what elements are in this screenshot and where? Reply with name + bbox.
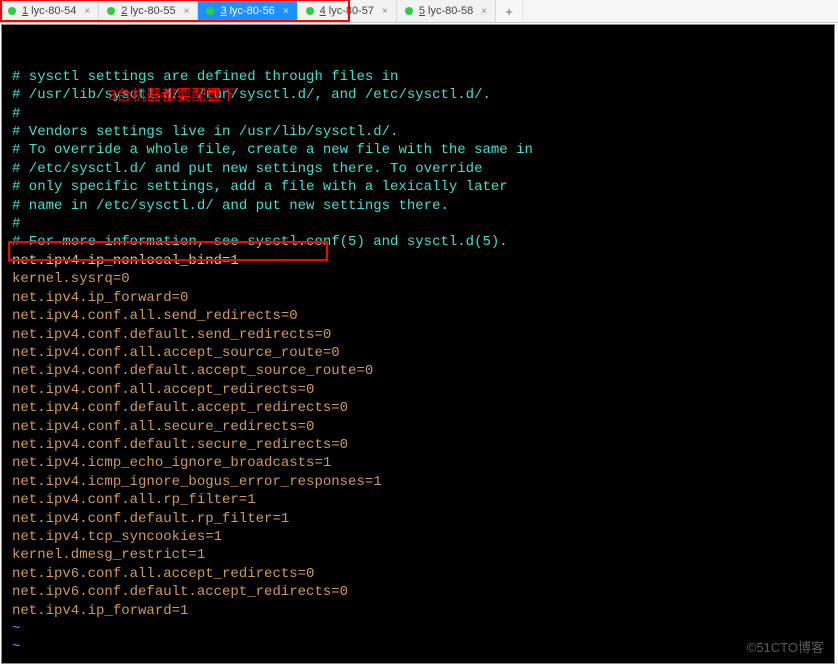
terminal-line: net.ipv6.conf.all.accept_redirects=0	[2, 565, 834, 583]
terminal-line: net.ipv4.conf.default.send_redirects=0	[2, 326, 834, 344]
close-icon[interactable]: ×	[374, 6, 388, 17]
tab-lyc-80-54[interactable]: 1 lyc-80-54 ×	[0, 0, 99, 22]
close-icon[interactable]: ×	[275, 6, 289, 17]
terminal-line: net.ipv4.ip_nonlocal_bind=1	[2, 252, 834, 270]
status-dot-icon	[206, 7, 214, 15]
terminal-line: net.ipv4.conf.all.send_redirects=0	[2, 307, 834, 325]
terminal-line: # Vendors settings live in /usr/lib/sysc…	[2, 123, 834, 141]
close-icon[interactable]: ×	[473, 6, 487, 17]
tab-label: lyc-80-58	[428, 5, 473, 17]
terminal-line: net.ipv4.conf.default.rp_filter=1	[2, 510, 834, 528]
tab-lyc-80-56[interactable]: 3 lyc-80-56 ×	[198, 0, 297, 22]
terminal-line: net.ipv4.conf.all.accept_redirects=0	[2, 381, 834, 399]
terminal-line: net.ipv4.conf.default.accept_redirects=0	[2, 399, 834, 417]
terminal-line: kernel.dmesg_restrict=1	[2, 546, 834, 564]
terminal-line: net.ipv6.conf.default.accept_redirects=0	[2, 583, 834, 601]
tab-index: 3	[220, 5, 226, 17]
terminal-line: net.ipv4.icmp_echo_ignore_broadcasts=1	[2, 454, 834, 472]
close-icon[interactable]: ×	[76, 6, 90, 17]
status-dot-icon	[306, 7, 314, 15]
terminal-output[interactable]: # sysctl settings are defined through fi…	[1, 24, 835, 664]
terminal-line: net.ipv4.conf.default.secure_redirects=0	[2, 436, 834, 454]
new-tab-button[interactable]: +	[496, 0, 523, 22]
status-dot-icon	[107, 7, 115, 15]
tab-label: lyc-80-57	[329, 5, 374, 17]
terminal-line: # sysctl settings are defined through fi…	[2, 68, 834, 86]
tab-label: lyc-80-55	[130, 5, 175, 17]
tab-bar: 1 lyc-80-54 × 2 lyc-80-55 × 3 lyc-80-56 …	[0, 0, 838, 23]
tab-index: 2	[121, 5, 127, 17]
terminal-line: net.ipv4.icmp_ignore_bogus_error_respons…	[2, 473, 834, 491]
terminal-line: # only specific settings, add a file wit…	[2, 178, 834, 196]
terminal-line: #	[2, 105, 834, 123]
terminal-line: net.ipv4.conf.default.accept_source_rout…	[2, 362, 834, 380]
tab-label: lyc-80-54	[31, 5, 76, 17]
terminal-line: net.ipv4.conf.all.secure_redirects=0	[2, 418, 834, 436]
tab-index: 4	[320, 5, 326, 17]
terminal-line: net.ipv4.tcp_syncookies=1	[2, 528, 834, 546]
terminal-line: ~	[2, 657, 834, 664]
terminal-line: # For more information, see sysctl.conf(…	[2, 233, 834, 251]
terminal-line: # /etc/sysctl.d/ and put new settings th…	[2, 160, 834, 178]
tab-lyc-80-58[interactable]: 5 lyc-80-58 ×	[397, 0, 496, 22]
terminal-line: kernel.sysrq=0	[2, 270, 834, 288]
tab-lyc-80-57[interactable]: 4 lyc-80-57 ×	[298, 0, 397, 22]
tab-lyc-80-55[interactable]: 2 lyc-80-55 ×	[99, 0, 198, 22]
terminal-line: net.ipv4.conf.all.rp_filter=1	[2, 491, 834, 509]
terminal-line: # To override a whole file, create a new…	[2, 141, 834, 159]
terminal-line: net.ipv4.ip_forward=1	[2, 602, 834, 620]
status-dot-icon	[8, 7, 16, 15]
tab-index: 1	[22, 5, 28, 17]
terminal-line: ~	[2, 638, 834, 656]
tab-index: 5	[419, 5, 425, 17]
terminal-line: ~	[2, 620, 834, 638]
terminal-line: # name in /etc/sysctl.d/ and put new set…	[2, 197, 834, 215]
terminal-line: net.ipv4.ip_forward=0	[2, 289, 834, 307]
close-icon[interactable]: ×	[176, 6, 190, 17]
status-dot-icon	[405, 7, 413, 15]
tab-label: lyc-80-56	[230, 5, 275, 17]
terminal-line: # /usr/lib/sysctl.d/, /run/sysctl.d/, an…	[2, 86, 834, 104]
terminal-line: #	[2, 215, 834, 233]
terminal-line: net.ipv4.conf.all.accept_source_route=0	[2, 344, 834, 362]
